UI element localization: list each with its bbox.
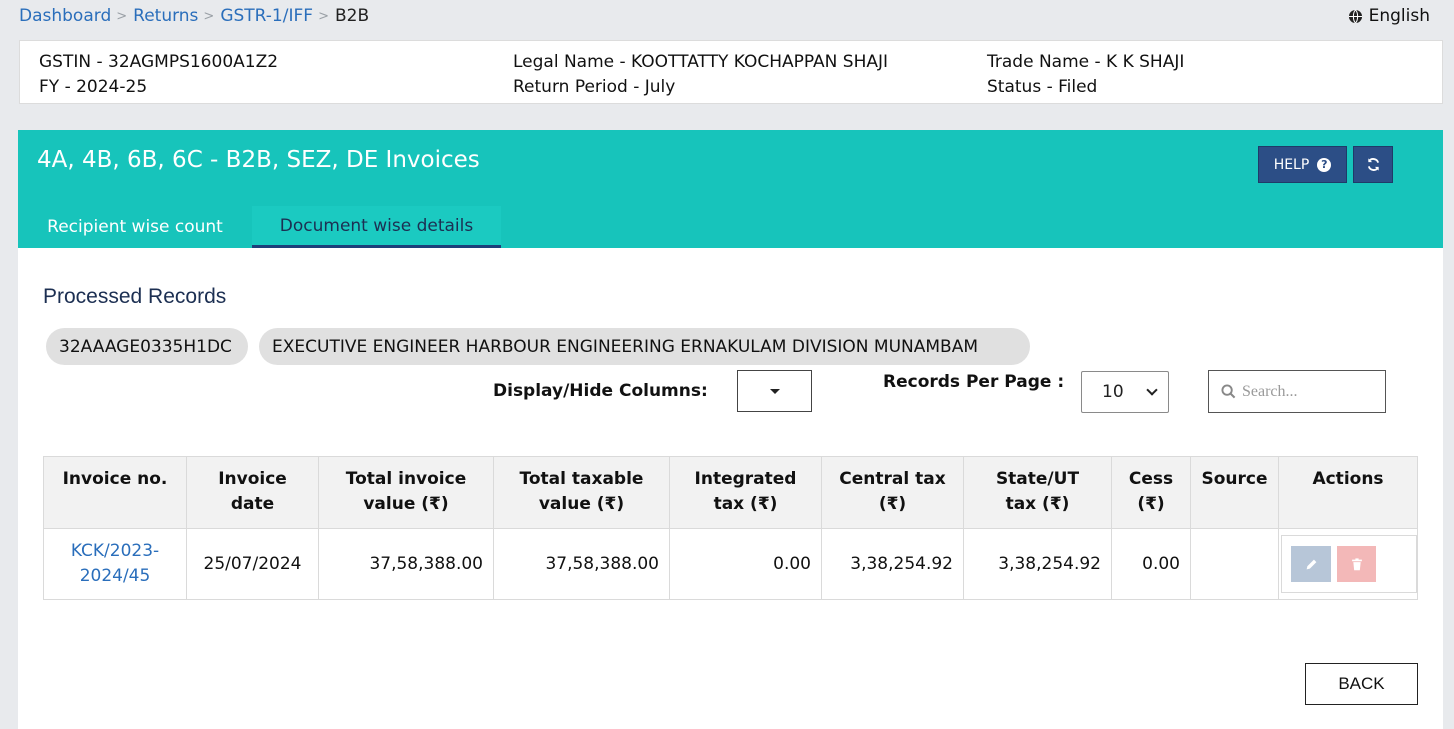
chevron-right-icon: > (318, 8, 329, 24)
language-selector[interactable]: English (1348, 6, 1430, 26)
pencil-icon (1306, 559, 1316, 569)
display-hide-label: Display/Hide Columns: (493, 381, 708, 401)
trash-icon (1351, 557, 1362, 570)
help-label: HELP (1273, 156, 1310, 173)
header-invoice-no: Invoice no. (43, 456, 187, 529)
legal-name-text: Legal Name - KOOTTATTY KOCHAPPAN SHAJI (513, 52, 889, 72)
chevron-right-icon: > (116, 8, 128, 24)
status-text: Status - Filed (987, 77, 1098, 97)
help-button[interactable]: HELP ? (1258, 146, 1347, 183)
state-ut-tax-cell: 3,38,254.92 (963, 528, 1112, 600)
refresh-button[interactable] (1353, 146, 1393, 183)
actions-cell (1278, 528, 1418, 600)
back-button[interactable]: BACK (1305, 663, 1418, 705)
globe-icon (1348, 9, 1362, 23)
breadcrumb: Dashboard > Returns > GSTR-1/IFF > B2B (19, 6, 369, 26)
header-total-invoice-value: Total invoice value (₹) (318, 456, 494, 529)
question-circle-icon: ? (1317, 157, 1332, 172)
header-integrated-tax: Integrated tax (₹) (669, 456, 822, 529)
language-label: English (1368, 6, 1430, 26)
panel-title: 4A, 4B, 6B, 6C - B2B, SEZ, DE Invoices (37, 147, 480, 173)
records-per-page-label: Records Per Page : (883, 372, 1065, 392)
tab-recipient-wise-count[interactable]: Recipient wise count (18, 206, 252, 248)
total-invoice-value-cell: 37,58,388.00 (318, 528, 494, 600)
header-total-taxable-value: Total taxable value (₹) (493, 456, 670, 529)
chevron-down-icon (1146, 384, 1158, 396)
taxpayer-info: GSTIN - 32AGMPS1600A1Z2 FY - 2024-25 Leg… (19, 40, 1443, 104)
refresh-icon (1367, 158, 1379, 171)
central-tax-cell: 3,38,254.92 (821, 528, 964, 600)
records-per-page-value: 10 (1102, 382, 1124, 402)
fy-text: FY - 2024-25 (39, 77, 148, 97)
return-period-text: Return Period - July (513, 77, 676, 97)
top-bar: Dashboard > Returns > GSTR-1/IFF > B2B E… (0, 0, 1454, 34)
header-invoice-date: Invoice date (186, 456, 319, 529)
content-area: Processed Records 32AAAGE0335H1DC EXECUT… (18, 248, 1443, 729)
header-cess: Cess (₹) (1111, 456, 1191, 529)
records-per-page-select[interactable]: 10 (1081, 371, 1169, 413)
caret-down-icon (769, 388, 780, 394)
chevron-right-icon: > (203, 8, 215, 24)
section-title: Processed Records (43, 285, 227, 308)
search-box (1208, 370, 1386, 413)
display-hide-columns-dropdown[interactable] (737, 370, 812, 412)
edit-button[interactable] (1291, 546, 1331, 582)
total-taxable-value-cell: 37,58,388.00 (493, 528, 670, 600)
actions-group (1281, 535, 1417, 593)
breadcrumb-dashboard[interactable]: Dashboard (19, 6, 111, 26)
trade-name-text: Trade Name - K K SHAJI (987, 52, 1185, 72)
invoice-table: Invoice no. Invoice date Total invoice v… (43, 456, 1418, 600)
search-icon (1221, 384, 1236, 399)
breadcrumb-gstr1[interactable]: GSTR-1/IFF (220, 6, 313, 26)
search-input[interactable] (1242, 382, 1382, 401)
invoice-no-link[interactable]: KCK/2023-2024/45 (43, 528, 187, 600)
panel-header: 4A, 4B, 6B, 6C - B2B, SEZ, DE Invoices H… (18, 130, 1443, 248)
header-state-ut-tax: State/UT tax (₹) (963, 456, 1112, 529)
source-cell (1190, 528, 1279, 600)
header-central-tax: Central tax (₹) (821, 456, 964, 529)
header-actions: Actions (1278, 456, 1418, 529)
invoice-date-cell: 25/07/2024 (186, 528, 319, 600)
breadcrumb-returns[interactable]: Returns (133, 6, 198, 26)
cess-cell: 0.00 (1111, 528, 1191, 600)
breadcrumb-current: B2B (334, 6, 370, 26)
header-source: Source (1190, 456, 1279, 529)
tab-document-wise-details[interactable]: Document wise details (252, 206, 501, 248)
recipient-gstin-chip: 32AAAGE0335H1DC (46, 328, 248, 365)
recipient-name-chip: EXECUTIVE ENGINEER HARBOUR ENGINEERING E… (259, 328, 1030, 365)
gstin-text: GSTIN - 32AGMPS1600A1Z2 (39, 52, 279, 72)
integrated-tax-cell: 0.00 (669, 528, 822, 600)
delete-button[interactable] (1337, 546, 1376, 582)
table-row: KCK/2023-2024/45 25/07/2024 37,58,388.00… (43, 528, 1418, 600)
